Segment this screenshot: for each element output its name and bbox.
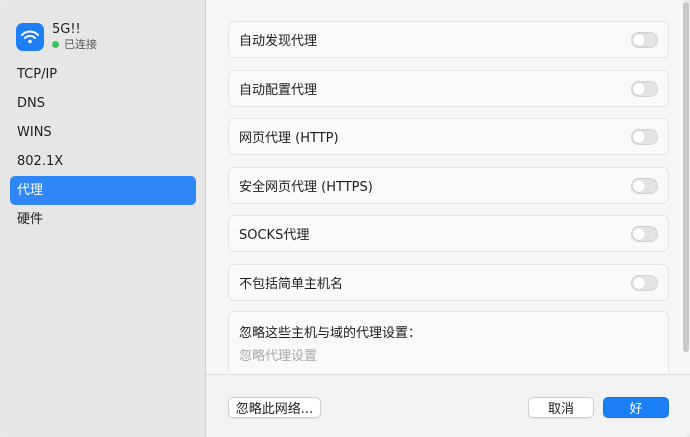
bypass-label: 忽略这些主机与域的代理设置： — [239, 326, 422, 341]
footer: 忽略此网络... 取消 好 — [206, 374, 690, 437]
http-proxy-row: 网页代理 (HTTP) — [228, 118, 669, 155]
toggle-knob — [633, 33, 645, 46]
sidebar-item-proxies[interactable]: 代理 — [10, 176, 196, 205]
row-label: 不包括简单主机名 — [239, 277, 344, 292]
auto-proxy-discovery-toggle[interactable] — [631, 31, 658, 48]
https-proxy-row: 安全网页代理 (HTTPS) — [228, 167, 669, 204]
row-label: 自动发现代理 — [239, 34, 318, 49]
toggle-knob — [633, 276, 645, 289]
bypass-settings-box: 忽略这些主机与域的代理设置： — [228, 311, 669, 373]
http-proxy-toggle[interactable] — [631, 128, 658, 145]
forget-network-button[interactable]: 忽略此网络... — [228, 397, 321, 418]
exclude-simple-hostnames-row: 不包括简单主机名 — [228, 264, 669, 301]
status-label: 已连接 — [64, 38, 97, 51]
row-label: SOCKS代理 — [239, 228, 310, 243]
sidebar-item-8021x[interactable]: 802.1X — [10, 147, 196, 176]
sidebar: 5G!! 已连接 TCP/IP DNS WINS 802.1X 代理 硬件 — [0, 0, 206, 437]
sidebar-nav: TCP/IP DNS WINS 802.1X 代理 硬件 — [10, 60, 196, 234]
toggle-knob — [633, 130, 645, 143]
socks-proxy-toggle[interactable] — [631, 225, 658, 242]
status-dot-icon — [52, 41, 59, 48]
socks-proxy-row: SOCKS代理 — [228, 215, 669, 252]
sidebar-item-wins[interactable]: WINS — [10, 118, 196, 147]
https-proxy-toggle[interactable] — [631, 177, 658, 194]
auto-proxy-config-row: 自动配置代理 — [228, 70, 669, 107]
row-label: 自动配置代理 — [239, 83, 318, 98]
toggle-knob — [633, 82, 645, 95]
row-label: 安全网页代理 (HTTPS) — [239, 180, 373, 195]
sidebar-item-tcpip[interactable]: TCP/IP — [10, 60, 196, 89]
network-header: 5G!! 已连接 — [16, 20, 97, 54]
network-details-window: 5G!! 已连接 TCP/IP DNS WINS 802.1X 代理 硬件 自动… — [0, 0, 690, 437]
connection-status: 已连接 — [52, 37, 97, 52]
sidebar-item-hardware[interactable]: 硬件 — [10, 205, 196, 234]
auto-proxy-config-toggle[interactable] — [631, 80, 658, 97]
scrollbar[interactable] — [683, 2, 689, 352]
wifi-icon — [16, 23, 44, 51]
cancel-button[interactable]: 取消 — [528, 397, 594, 418]
sidebar-item-dns[interactable]: DNS — [10, 89, 196, 118]
exclude-simple-hostnames-toggle[interactable] — [631, 274, 658, 291]
proxy-settings-pane: 自动发现代理 自动配置代理 网页代理 (HTTP) 安全网页代理 (HTTPS)… — [206, 0, 690, 437]
bypass-hosts-input[interactable] — [239, 349, 639, 364]
ok-button[interactable]: 好 — [603, 397, 669, 418]
row-label: 网页代理 (HTTP) — [239, 131, 339, 146]
toggle-knob — [633, 227, 645, 240]
network-name: 5G!! — [52, 22, 81, 37]
auto-proxy-discovery-row: 自动发现代理 — [228, 21, 669, 58]
toggle-knob — [633, 179, 645, 192]
